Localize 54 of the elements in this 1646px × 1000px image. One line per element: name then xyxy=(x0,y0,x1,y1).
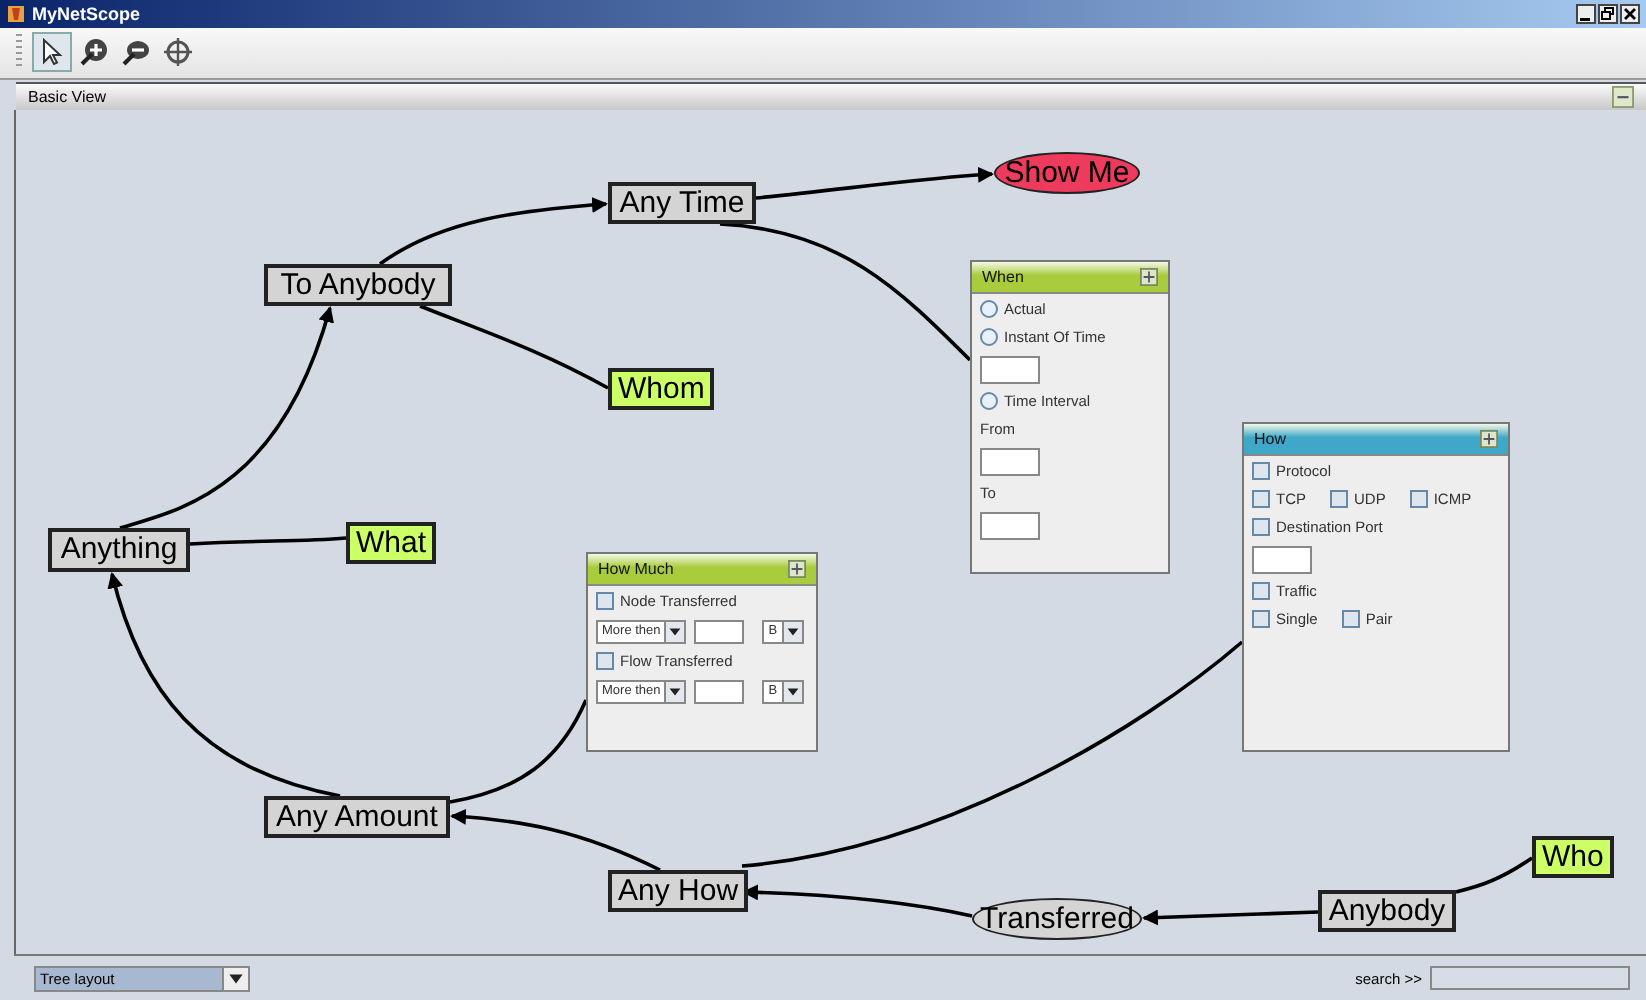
connector-line xyxy=(1455,856,1533,894)
input-field[interactable] xyxy=(694,619,745,644)
graph-node[interactable]: Show Me xyxy=(994,151,1140,194)
caret-icon xyxy=(664,621,685,642)
search-field[interactable] xyxy=(1430,966,1630,991)
minimize-icon[interactable] xyxy=(1576,3,1596,24)
graph-node[interactable]: Any Amount xyxy=(264,795,450,838)
caret-icon xyxy=(222,967,248,990)
panel-title: How xyxy=(1254,429,1287,448)
input-field[interactable] xyxy=(694,679,745,704)
crosshair-icon xyxy=(162,36,194,69)
checkbox[interactable] xyxy=(1341,610,1360,629)
checkbox[interactable] xyxy=(1252,610,1270,629)
pointer-tool[interactable] xyxy=(32,32,72,73)
checkbox[interactable] xyxy=(596,652,614,671)
checkbox[interactable] xyxy=(1330,490,1348,509)
panel-title: How Much xyxy=(598,559,674,578)
input-field[interactable] xyxy=(980,447,1040,476)
checkbox[interactable] xyxy=(1409,490,1428,509)
input-field[interactable] xyxy=(980,355,1040,384)
checkbox[interactable] xyxy=(1252,518,1270,537)
graph-node[interactable]: What xyxy=(346,521,437,564)
checkbox[interactable] xyxy=(1252,490,1270,509)
connector-line xyxy=(449,698,588,804)
zoom-out-icon xyxy=(120,36,152,69)
close-icon[interactable] xyxy=(1620,3,1640,24)
app-icon xyxy=(6,3,26,24)
graph-node[interactable]: Any Time xyxy=(608,181,756,224)
caret-icon xyxy=(781,681,802,702)
expand-icon[interactable] xyxy=(1480,429,1498,448)
view-title: Basic View xyxy=(28,87,106,106)
caret-icon xyxy=(664,681,685,702)
checkbox[interactable] xyxy=(1252,582,1270,601)
input-field[interactable] xyxy=(1252,545,1312,574)
graph-node[interactable]: Anybody xyxy=(1318,889,1456,932)
checkbox[interactable] xyxy=(596,592,614,611)
zoom-in-icon xyxy=(78,36,110,69)
graph-node[interactable]: Any How xyxy=(608,869,749,912)
restore-icon[interactable] xyxy=(1598,3,1618,24)
expand-icon[interactable] xyxy=(788,559,806,578)
checkbox[interactable] xyxy=(1252,462,1270,481)
radio-button[interactable] xyxy=(980,328,998,347)
radio-button[interactable] xyxy=(980,392,998,411)
radio-button[interactable] xyxy=(980,300,998,319)
graph-node[interactable]: Anything xyxy=(48,527,190,572)
graph-node[interactable]: Transferred xyxy=(972,897,1142,940)
graph-node[interactable]: Whom xyxy=(608,367,715,410)
input-field[interactable] xyxy=(980,511,1040,540)
caret-icon xyxy=(781,621,802,642)
panel-title: When xyxy=(982,267,1024,286)
graph-node[interactable]: Who xyxy=(1532,835,1614,878)
graph-node[interactable]: To Anybody xyxy=(264,263,452,306)
expand-icon[interactable] xyxy=(1140,267,1158,286)
window-title: MyNetScope xyxy=(32,3,141,24)
